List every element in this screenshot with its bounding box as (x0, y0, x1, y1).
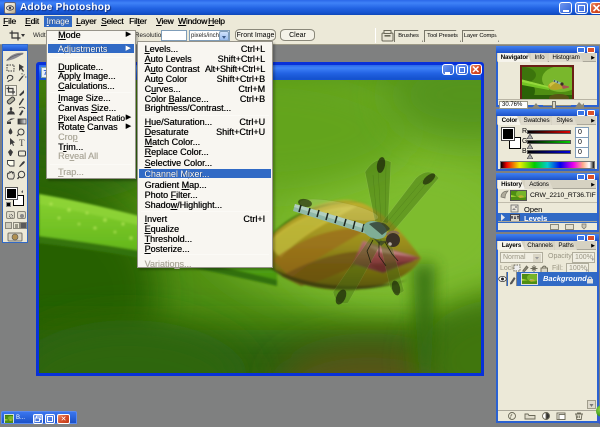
svg-text:T: T (19, 138, 25, 148)
